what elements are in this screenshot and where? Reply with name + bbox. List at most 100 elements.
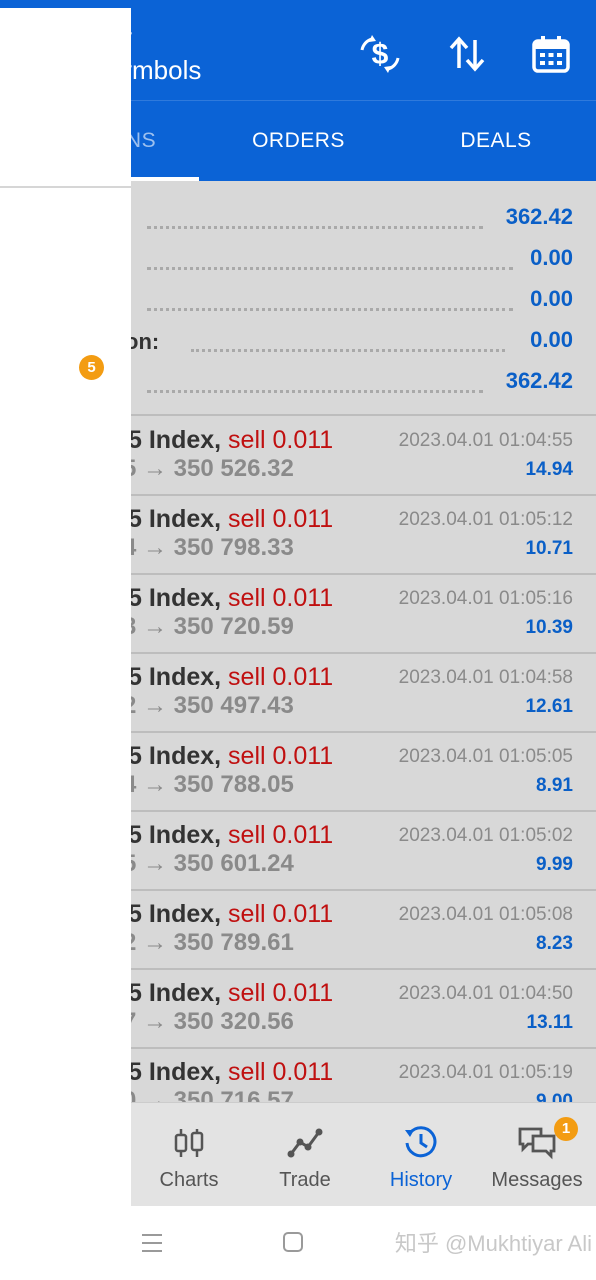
deal-side: sell 0.011 (228, 584, 334, 612)
deal-time: 2023.04.01 01:05:16 (398, 588, 573, 609)
deal-time: 2023.04.01 01:04:58 (398, 667, 573, 688)
leader-dots (147, 263, 513, 270)
deal-row[interactable]: 5 Index, sell 0.011 4 → 350 798.33 2023.… (131, 495, 596, 575)
deal-profit: 8.91 (536, 775, 573, 796)
deal-symbol: 5 Index, (131, 821, 222, 849)
deal-side: sell 0.011 (228, 663, 334, 691)
leader-dots (191, 345, 505, 352)
deal-time: 2023.04.01 01:05:05 (398, 746, 573, 767)
deal-title: 5 Index, sell 0.011 (131, 821, 333, 850)
deal-side: sell 0.011 (228, 505, 334, 533)
deal-prices: 3 → 350 720.59 (131, 613, 294, 640)
tab-positions[interactable]: NS (131, 101, 181, 181)
drawer-header (0, 8, 131, 188)
deal-prices: 5 → 350 526.32 (131, 455, 294, 482)
deals-list: 5 Index, sell 0.011 5 → 350 526.32 2023.… (131, 416, 596, 1102)
leader-dots (147, 222, 483, 229)
trend-line-icon (285, 1123, 325, 1163)
summary-label: on: (131, 329, 160, 354)
system-navigation-bar: 知乎 @Mukhtiyar Ali (0, 1206, 596, 1280)
chat-bubbles-icon (517, 1123, 557, 1163)
nav-label: Messages (491, 1169, 583, 1191)
summary-row: 0.00 (131, 239, 596, 280)
currency-exchange-icon[interactable]: $ (356, 30, 404, 78)
tab-orders[interactable]: ORDERS (231, 101, 366, 181)
summary-value: 0.00 (530, 245, 573, 270)
deal-side: sell 0.011 (228, 1058, 334, 1086)
deal-time: 2023.04.01 01:04:55 (398, 430, 573, 451)
deal-symbol: 5 Index, (131, 663, 222, 691)
deal-symbol: 5 Index, (131, 426, 222, 454)
deal-row[interactable]: 5 Index, sell 0.011 5 → 350 526.32 2023.… (131, 416, 596, 496)
deal-prices: 0 → 350 716.57 (131, 1087, 294, 1102)
summary-row: 362.42 (131, 362, 596, 403)
deal-side: sell 0.011 (228, 821, 334, 849)
nav-history[interactable]: History (363, 1103, 479, 1206)
summary-row: 0.00 (131, 280, 596, 321)
deal-profit: 9.00 (536, 1091, 573, 1102)
deal-profit: 8.23 (536, 933, 573, 954)
home-icon[interactable] (282, 1231, 304, 1258)
status-bar (0, 0, 596, 8)
nav-trade[interactable]: Trade (247, 1103, 363, 1206)
nav-messages[interactable]: 1 Messages (479, 1103, 595, 1206)
deal-title: 5 Index, sell 0.011 (131, 426, 333, 455)
tab-deals[interactable]: DEALS (431, 101, 561, 181)
deal-title: 5 Index, sell 0.011 (131, 584, 333, 613)
deal-time: 2023.04.01 01:05:12 (398, 509, 573, 530)
recent-apps-icon[interactable] (140, 1231, 164, 1260)
deal-row[interactable]: 5 Index, sell 0.011 7 → 350 320.56 2023.… (131, 969, 596, 1049)
deal-symbol: 5 Index, (131, 584, 222, 612)
deal-row[interactable]: 5 Index, sell 0.011 2 → 350 497.43 2023.… (131, 653, 596, 733)
history-tabs: NS ORDERS DEALS (131, 100, 596, 181)
deal-profit: 10.39 (525, 617, 573, 638)
deal-prices: 2 → 350 497.43 (131, 692, 294, 719)
messages-badge: 1 (554, 1117, 578, 1141)
deal-prices: 4 → 350 798.33 (131, 534, 294, 561)
summary-value: 362.42 (505, 368, 573, 393)
deal-prices: 7 → 350 320.56 (131, 1008, 294, 1035)
deal-title: 5 Index, sell 0.011 (131, 1058, 333, 1087)
sort-arrows-icon[interactable] (443, 30, 491, 78)
nav-label: Trade (279, 1169, 331, 1191)
header-title-line1: y (131, 22, 132, 52)
deal-row[interactable]: 5 Index, sell 0.011 2 → 350 789.61 2023.… (131, 890, 596, 970)
deal-row[interactable]: 5 Index, sell 0.011 0 → 350 716.57 2023.… (131, 1048, 596, 1102)
deal-profit: 12.61 (525, 696, 573, 717)
drawer-notification-badge[interactable]: 5 (79, 355, 104, 380)
nav-label: Charts (159, 1169, 219, 1191)
deal-title: 5 Index, sell 0.011 (131, 742, 333, 771)
deal-symbol: 5 Index, (131, 979, 222, 1007)
deal-side: sell 0.011 (228, 742, 334, 770)
deal-side: sell 0.011 (228, 900, 334, 928)
deal-row[interactable]: 5 Index, sell 0.011 3 → 350 720.59 2023.… (131, 574, 596, 654)
deal-time: 2023.04.01 01:05:08 (398, 904, 573, 925)
nav-label: History (389, 1169, 453, 1191)
deal-time: 2023.04.01 01:04:50 (398, 983, 573, 1004)
summary-value: 362.42 (505, 204, 573, 229)
history-clock-icon (401, 1123, 441, 1163)
calendar-icon[interactable] (527, 30, 575, 78)
header-title-line2[interactable]: ymbols (131, 55, 201, 85)
summary-value: 0.00 (530, 327, 573, 352)
deal-prices: 5 → 350 601.24 (131, 850, 294, 877)
nav-charts[interactable]: Charts (131, 1103, 247, 1206)
deal-symbol: 5 Index, (131, 900, 222, 928)
deal-profit: 9.99 (536, 854, 573, 875)
deal-title: 5 Index, sell 0.011 (131, 663, 333, 692)
deal-title: 5 Index, sell 0.011 (131, 900, 333, 929)
deal-side: sell 0.011 (228, 979, 334, 1007)
deal-time: 2023.04.01 01:05:19 (398, 1062, 573, 1083)
deal-prices: 2 → 350 789.61 (131, 929, 294, 956)
deal-symbol: 5 Index, (131, 505, 222, 533)
deal-symbol: 5 Index, (131, 742, 222, 770)
summary-value: 0.00 (530, 286, 573, 311)
deal-row[interactable]: 5 Index, sell 0.011 4 → 350 788.05 2023.… (131, 732, 596, 812)
summary-row: on: 0.00 (131, 321, 596, 362)
summary-section: 362.42 0.00 0.00 on: 0.00 362.42 (131, 194, 596, 414)
app-header: y ymbols $ (131, 8, 596, 100)
deal-row[interactable]: 5 Index, sell 0.011 5 → 350 601.24 2023.… (131, 811, 596, 891)
deal-side: sell 0.011 (228, 426, 334, 454)
deal-profit: 14.94 (525, 459, 573, 480)
deal-prices: 4 → 350 788.05 (131, 771, 294, 798)
